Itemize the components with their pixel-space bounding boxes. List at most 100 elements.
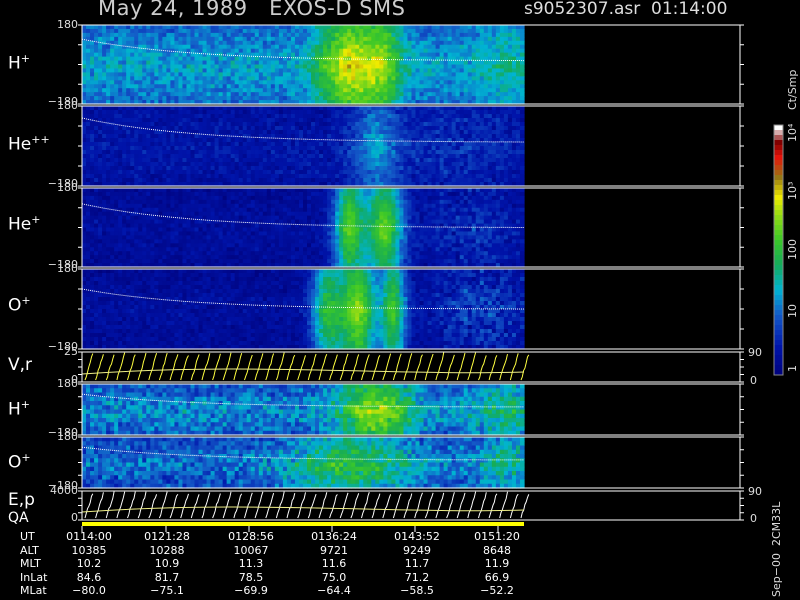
spectrogram-cell [315, 118, 320, 123]
spectrogram-cell [190, 199, 196, 205]
spectrogram-cell [351, 158, 356, 163]
spectrogram-cell [311, 146, 316, 151]
spectrogram-cell [130, 28, 135, 34]
spectrogram-cell [226, 60, 232, 66]
spectrogram-cell [290, 150, 296, 155]
spectrogram-cell [367, 126, 372, 131]
spectrogram-cell [403, 150, 409, 155]
spectrogram-cell [102, 255, 107, 260]
spectrogram-cell [162, 134, 167, 139]
spectrogram-cell [519, 72, 525, 77]
spectrogram-cell [146, 227, 151, 233]
spectrogram-cell [238, 114, 244, 119]
spectrogram-cell [210, 110, 216, 115]
spectrogram-cell [98, 247, 103, 252]
spectrogram-cell [170, 174, 176, 179]
spectrogram-cell [463, 114, 469, 119]
spectrogram-cell [214, 178, 220, 183]
spectrogram-cell [258, 84, 264, 89]
spectrogram-cell [242, 64, 248, 70]
spectrogram-cell [455, 32, 461, 38]
spectrogram-cell [294, 32, 300, 38]
spectrogram-cell [222, 158, 228, 163]
spectrogram-cell [379, 28, 384, 34]
spectrogram-cell [278, 60, 284, 66]
spectrogram-cell [198, 150, 204, 155]
spectrogram-cell [94, 223, 99, 229]
spectrogram-cell [471, 36, 477, 42]
spectrogram-cell [174, 203, 180, 209]
spectrogram-cell [475, 150, 481, 155]
spectrogram-cell [286, 122, 292, 127]
spectrogram-cell [371, 106, 376, 111]
spectrogram-cell [427, 126, 433, 131]
spectrogram-cell [290, 106, 296, 111]
spectrogram-cell [303, 146, 308, 151]
spectrogram-cell [515, 134, 521, 139]
spectrogram-cell [94, 72, 99, 77]
spectrogram-cell [106, 126, 111, 131]
spectrogram-cell [138, 150, 143, 155]
spectrogram-cell [379, 60, 384, 66]
spectrogram-cell [419, 56, 425, 62]
spectrogram-cell [86, 28, 91, 34]
spectrogram-cell [178, 52, 184, 58]
spectrogram-cell [391, 68, 397, 73]
spectrogram-cell [102, 106, 107, 111]
spectrogram-cell [110, 110, 115, 115]
spectrogram-cell [162, 138, 167, 143]
spectrogram-cell [134, 207, 139, 213]
spectrogram-cell [407, 88, 413, 93]
spectrogram-cell [154, 80, 159, 85]
spectrogram-cell [323, 40, 328, 46]
spectrogram-cell [246, 60, 252, 66]
spectrogram-cell [162, 32, 167, 38]
spectrogram-cell [507, 166, 513, 171]
spectrogram-cell [94, 138, 99, 143]
spectrogram-cell [298, 84, 304, 89]
spectrogram-cell [226, 150, 232, 155]
spectrogram-cell [278, 178, 284, 183]
spectrogram-cell [311, 138, 316, 143]
spectrogram-cell [202, 28, 208, 34]
spectrogram-cell [134, 142, 139, 147]
spectrogram-cell [142, 199, 147, 205]
spectrogram-cell [154, 110, 159, 115]
spectrogram-cell [439, 146, 445, 151]
spectrogram-cell [395, 60, 401, 66]
spectrogram-cell [222, 64, 228, 70]
spectrogram-cell [511, 25, 517, 30]
spectrogram-cell [359, 40, 364, 46]
spectrogram-cell [387, 40, 392, 46]
spectrogram-cell [499, 92, 505, 97]
spectrogram-cell [278, 40, 284, 46]
spectrogram-cell [455, 110, 461, 115]
spectrogram-cell [367, 32, 372, 38]
spectrogram-cell [391, 174, 397, 179]
spectrogram-cell [222, 32, 228, 38]
spectrogram-cell [515, 40, 521, 46]
spectrogram-cell [395, 122, 401, 127]
spectrogram-cell [134, 259, 139, 264]
spectrogram-cell [186, 154, 192, 159]
spectrogram-cell [122, 142, 127, 147]
spectrogram-cell [134, 255, 139, 260]
spectrogram-cell [399, 170, 405, 175]
spectrogram-cell [238, 150, 244, 155]
spectrogram-cell [102, 60, 107, 66]
spectrogram-cell [114, 191, 119, 197]
spectrogram-cell [254, 64, 260, 70]
spectrogram-cell [415, 110, 421, 115]
spectrogram-cell [250, 96, 256, 101]
spectrogram-cell [427, 64, 433, 70]
spectrogram-cell [431, 150, 437, 155]
spectrogram-cell [134, 138, 139, 143]
spectrogram-cell [294, 28, 300, 34]
spectrogram-cell [258, 154, 264, 159]
spectrogram-cell [278, 114, 284, 119]
spectrogram-cell [491, 166, 497, 171]
spectrogram-cell [487, 40, 493, 46]
spectrogram-cell [190, 251, 196, 256]
spectrogram-cell [363, 92, 368, 97]
spectrogram-cell [186, 223, 192, 229]
